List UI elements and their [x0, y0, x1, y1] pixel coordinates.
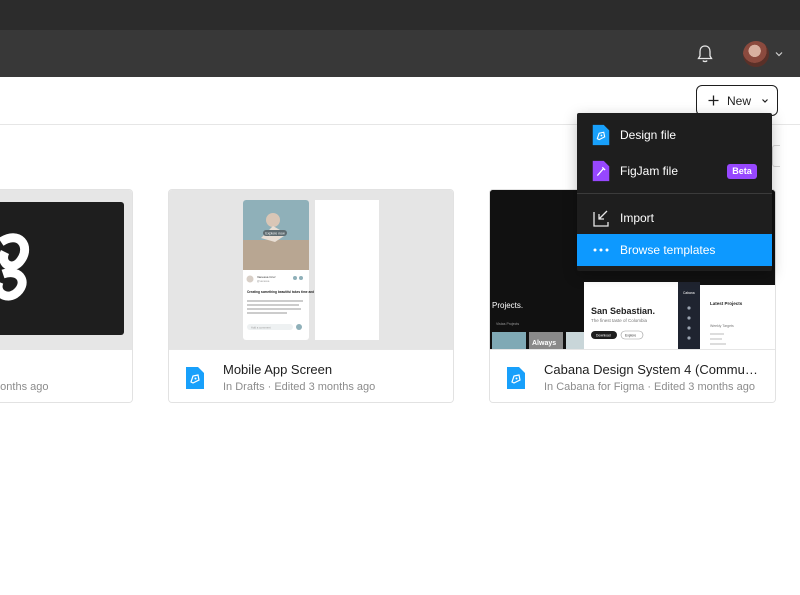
figjam-file-icon: [592, 160, 610, 182]
cabana-hero-title: San Sebastian.: [591, 306, 655, 316]
menu-item-design-file[interactable]: Design file: [577, 119, 772, 151]
bell-icon[interactable]: [695, 43, 715, 65]
menu-item-import[interactable]: Import: [577, 202, 772, 234]
file-meta: Mobile App Screen In Drafts · Edited 3 m…: [169, 349, 453, 402]
design-file-icon: [592, 124, 610, 146]
new-button-label: New: [727, 93, 752, 108]
mobile-app-preview: Explore now Vanessa Cruz @vanessa Creati…: [243, 200, 379, 340]
file-meta: Cabana Design System 4 (Commu… In Cabana…: [490, 349, 775, 402]
menu-item-label: Import: [620, 211, 655, 225]
top-navbar: [0, 30, 800, 77]
file-title: Mobile App Screen: [223, 362, 333, 377]
file-card[interactable]: Explore now Vanessa Cruz @vanessa Creati…: [168, 189, 454, 403]
preview-user-name: Vanessa Cruz: [257, 275, 276, 279]
menu-item-browse-templates[interactable]: Browse templates: [577, 234, 772, 266]
chevron-down-icon[interactable]: [774, 49, 784, 59]
new-button[interactable]: New: [696, 85, 778, 116]
thumbnail-dark-panel: [0, 202, 124, 335]
cabana-panel-subtitle: Weekly Targets: [710, 324, 734, 328]
cabana-explore-button: Explore: [625, 334, 636, 338]
preview-user-handle: @vanessa: [257, 279, 270, 283]
cabana-tile-label: Always: [532, 340, 556, 347]
menu-item-label: Design file: [620, 128, 677, 142]
beta-badge: Beta: [727, 163, 757, 179]
file-title: Cabana Design System 4 (Commu…: [544, 362, 758, 377]
cabana-brand: Cabana: [683, 291, 695, 295]
cabana-projects-title: Projects.: [492, 301, 523, 310]
new-file-menu: Design file FigJam file Beta Import Brow…: [577, 113, 772, 271]
preview-button-text: Explore now: [265, 232, 285, 236]
menu-item-label: Browse templates: [620, 243, 716, 257]
file-meta: a months ago: [0, 349, 132, 402]
plus-icon: [708, 95, 719, 106]
design-file-icon: [186, 367, 204, 389]
user-avatar[interactable]: [743, 41, 769, 67]
file-subtitle: In Drafts · Edited 3 months ago: [223, 381, 376, 393]
preview-input-text: Add a comment: [251, 325, 271, 329]
cabana-hero-subtitle: The finest taste of Colombia: [591, 318, 648, 323]
file-card[interactable]: a months ago: [0, 189, 133, 403]
window-top-strip: [0, 0, 800, 30]
menu-divider: [577, 193, 772, 194]
chevron-down-icon: [762, 98, 768, 103]
file-subtitle: In Cabana for Figma · Edited 3 months ag…: [544, 381, 755, 393]
more-dots-icon: [593, 248, 609, 252]
menu-item-label: FigJam file: [620, 164, 679, 178]
design-file-icon: [507, 367, 525, 389]
menu-item-figjam-file[interactable]: FigJam file Beta: [577, 155, 772, 187]
file-subtitle: months ago: [0, 381, 49, 393]
file-thumbnail: Explore now Vanessa Cruz @vanessa Creati…: [169, 190, 453, 349]
cabana-download-button: Download: [596, 334, 611, 338]
cabana-projects-caption: Vistas Projects: [496, 322, 519, 326]
logo-shape-icon: [0, 233, 30, 301]
file-thumbnail: [0, 190, 132, 349]
import-icon: [593, 210, 609, 227]
view-toggle-button[interactable]: [772, 145, 780, 167]
cabana-panel-title: Latest Projects: [710, 301, 743, 306]
